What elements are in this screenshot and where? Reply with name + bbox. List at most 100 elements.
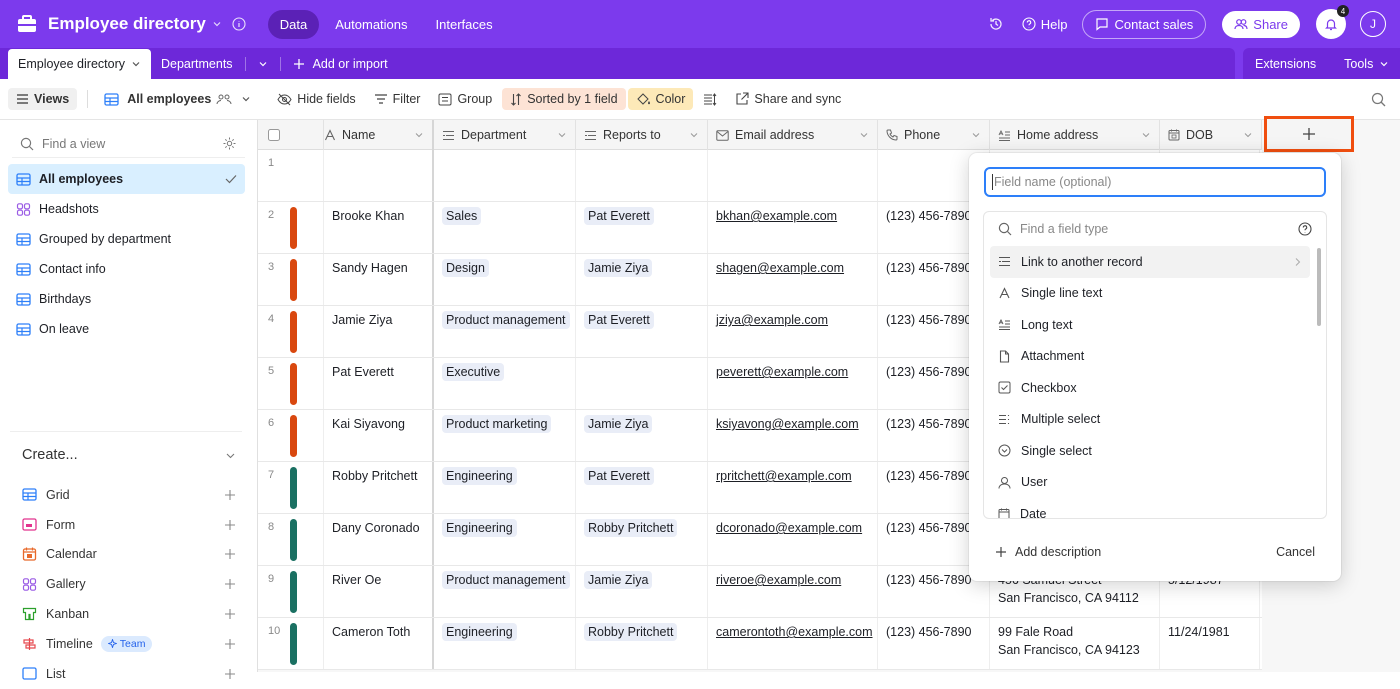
nav-tab-automations[interactable]: Automations [323, 10, 419, 39]
column-header-department[interactable]: Department [434, 120, 576, 150]
email-cell[interactable]: rpritchett@example.com [708, 462, 878, 513]
email-link[interactable]: ksiyavong@example.com [716, 417, 859, 431]
create-section-toggle[interactable]: Create... [22, 447, 236, 463]
column-header-dob[interactable]: DOB [1160, 120, 1262, 150]
department-cell[interactable]: Product management [434, 306, 576, 357]
email-link[interactable]: rpritchett@example.com [716, 469, 852, 483]
create-calendar-button[interactable]: Calendar [22, 540, 236, 570]
reports-to-chip[interactable]: Jamie Ziya [584, 571, 653, 589]
reports-to-chip[interactable]: Pat Everett [584, 467, 654, 485]
field-type-date[interactable]: Date [990, 498, 1310, 518]
reports-to-chip[interactable]: Jamie Ziya [584, 415, 653, 433]
home-address-cell[interactable]: 99 Fale Road San Francisco, CA 94123 [990, 618, 1160, 669]
reports-to-cell[interactable]: Robby Pritchett [576, 514, 708, 565]
department-chip[interactable]: Product management [442, 571, 570, 589]
current-view-dropdown[interactable]: All employees [96, 88, 259, 110]
name-cell[interactable]: Brooke Khan [324, 202, 434, 253]
table-tab-employee-directory[interactable]: Employee directory [8, 49, 151, 79]
create-form-button[interactable]: Form [22, 510, 236, 540]
department-cell[interactable]: Product marketing [434, 410, 576, 461]
find-view-field[interactable]: Find a view [12, 130, 245, 158]
notifications-button[interactable]: 4 [1316, 5, 1349, 39]
scrollbar[interactable] [1317, 248, 1321, 326]
email-cell[interactable]: jziya@example.com [708, 306, 878, 357]
department-chip[interactable]: Design [442, 259, 489, 277]
reports-to-chip[interactable]: Robby Pritchett [584, 623, 678, 641]
reports-to-chip[interactable]: Jamie Ziya [584, 259, 653, 277]
department-chip[interactable]: Engineering [442, 467, 517, 485]
field-type-attachment[interactable]: Attachment [990, 341, 1310, 373]
email-cell[interactable]: riveroe@example.com [708, 566, 878, 617]
email-cell[interactable]: bkhan@example.com [708, 202, 878, 253]
department-cell[interactable]: Sales [434, 202, 576, 253]
email-link[interactable]: dcoronado@example.com [716, 521, 862, 535]
tools-button[interactable]: Tools [1332, 57, 1400, 71]
info-icon[interactable] [232, 17, 246, 31]
extensions-button[interactable]: Extensions [1243, 57, 1328, 71]
department-chip[interactable]: Engineering [442, 519, 517, 537]
create-gallery-button[interactable]: Gallery [22, 569, 236, 599]
group-button[interactable]: Group [430, 88, 500, 110]
table-tab-departments[interactable]: Departments [151, 48, 243, 79]
add-or-import-button[interactable]: Add or import [283, 48, 398, 79]
reports-to-cell[interactable]: Jamie Ziya [576, 254, 708, 305]
email-cell[interactable]: peverett@example.com [708, 358, 878, 409]
column-header-phone[interactable]: Phone [878, 120, 990, 150]
contact-sales-button[interactable]: Contact sales [1081, 9, 1207, 39]
reports-to-cell[interactable]: Jamie Ziya [576, 410, 708, 461]
department-cell[interactable]: Executive [434, 358, 576, 409]
field-type-user[interactable]: User [990, 467, 1310, 499]
share-button[interactable]: Share [1222, 10, 1300, 38]
nav-tab-data[interactable]: Data [267, 9, 320, 39]
name-cell[interactable]: Dany Coronado [324, 514, 434, 565]
reports-to-cell[interactable] [576, 150, 708, 201]
department-cell[interactable] [434, 150, 576, 201]
row-height-button[interactable] [695, 89, 725, 110]
add-description-button[interactable]: Add description [995, 545, 1101, 559]
sort-button[interactable]: Sorted by 1 field [502, 88, 626, 110]
chevron-down-icon[interactable] [212, 19, 222, 29]
reports-to-cell[interactable]: Pat Everett [576, 462, 708, 513]
gear-icon[interactable] [222, 136, 237, 151]
table-row[interactable]: 10 Cameron Toth Engineering Robby Pritch… [258, 618, 1262, 670]
all-tables-dropdown[interactable] [248, 48, 278, 79]
name-cell[interactable]: Jamie Ziya [324, 306, 434, 357]
department-chip[interactable]: Product marketing [442, 415, 552, 433]
filter-button[interactable]: Filter [366, 88, 429, 110]
column-header-email[interactable]: Email address [708, 120, 878, 150]
cancel-button[interactable]: Cancel [1276, 545, 1315, 559]
views-toggle-button[interactable]: Views [8, 88, 78, 110]
field-type-single-select[interactable]: Single select [990, 435, 1310, 467]
color-button[interactable]: Color [627, 88, 694, 110]
reports-to-cell[interactable] [576, 358, 708, 409]
email-cell[interactable]: dcoronado@example.com [708, 514, 878, 565]
department-cell[interactable]: Engineering [434, 514, 576, 565]
field-type-checkbox[interactable]: Checkbox [990, 372, 1310, 404]
select-all-checkbox[interactable] [268, 129, 280, 141]
department-chip[interactable]: Executive [442, 363, 505, 381]
field-type-single-line-text[interactable]: Single line text [990, 278, 1310, 310]
department-cell[interactable]: Design [434, 254, 576, 305]
email-link[interactable]: riveroe@example.com [716, 573, 841, 587]
email-cell[interactable] [708, 150, 878, 201]
column-header-home-address[interactable]: Home address [990, 120, 1160, 150]
find-field-type-input[interactable]: Find a field type [984, 212, 1326, 246]
help-button[interactable]: Help [1022, 17, 1068, 32]
view-item-on-leave[interactable]: On leave [8, 314, 245, 344]
email-link[interactable]: jziya@example.com [716, 313, 828, 327]
user-avatar[interactable]: J [1360, 11, 1386, 37]
email-cell[interactable]: camerontoth@example.com [708, 618, 878, 669]
department-cell[interactable]: Engineering [434, 618, 576, 669]
name-cell[interactable]: Pat Everett [324, 358, 434, 409]
phone-cell[interactable]: (123) 456-7890 [878, 618, 990, 669]
name-cell[interactable]: Cameron Toth [324, 618, 434, 669]
name-cell[interactable]: Kai Siyavong [324, 410, 434, 461]
create-kanban-button[interactable]: Kanban [22, 599, 236, 629]
view-item-birthdays[interactable]: Birthdays [8, 284, 245, 314]
name-cell[interactable]: River Oe [324, 566, 434, 617]
column-header-reports-to[interactable]: Reports to [576, 120, 708, 150]
view-item-headshots[interactable]: Headshots [8, 194, 245, 224]
view-item-contact-info[interactable]: Contact info [8, 254, 245, 284]
reports-to-cell[interactable]: Jamie Ziya [576, 566, 708, 617]
column-header-name[interactable]: Name [324, 120, 434, 150]
